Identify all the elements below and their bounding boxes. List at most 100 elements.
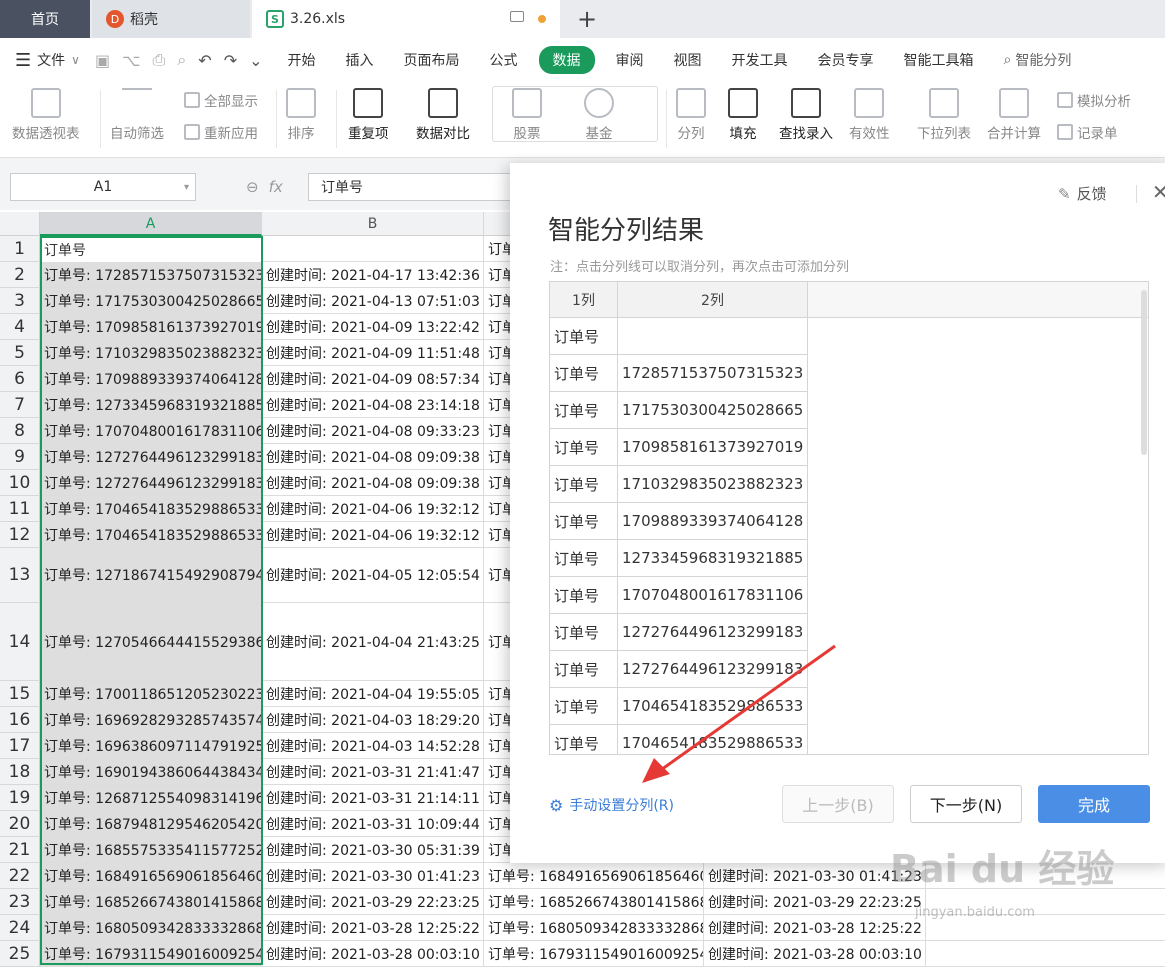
cell-b[interactable]: 创建时间: 2021-04-05 12:05:54 bbox=[262, 548, 484, 603]
save-icon[interactable]: ▣ bbox=[95, 51, 110, 70]
dropdown-list-button[interactable]: 下拉列表 bbox=[917, 88, 971, 142]
cell-d[interactable]: 创建时间: 2021-03-28 12:25:22 bbox=[704, 915, 926, 941]
cell-a[interactable]: 订单号: 1272764496123299183 bbox=[40, 470, 262, 496]
cell-b[interactable]: 创建时间: 2021-04-03 14:52:28 bbox=[262, 733, 484, 759]
cell-b[interactable]: 创建时间: 2021-04-08 09:09:38 bbox=[262, 444, 484, 470]
tab-file[interactable]: S 3.26.xls bbox=[252, 0, 560, 38]
manual-split-link[interactable]: ⚙ 手动设置分列(R) bbox=[549, 795, 674, 815]
cell-b[interactable]: 创建时间: 2021-04-09 11:51:48 bbox=[262, 340, 484, 366]
row-header[interactable]: 21 bbox=[0, 837, 40, 863]
menu-review[interactable]: 审阅 bbox=[601, 50, 659, 70]
cell-b[interactable]: 创建时间: 2021-04-17 13:42:36 bbox=[262, 262, 484, 288]
cell-b[interactable]: 创建时间: 2021-04-04 21:43:25 bbox=[262, 603, 484, 681]
row-header[interactable]: 18 bbox=[0, 759, 40, 785]
cell-a[interactable]: 订单号: 1728571537507315323 bbox=[40, 262, 262, 288]
menu-formula[interactable]: 公式 bbox=[475, 50, 533, 70]
row-header[interactable]: 25 bbox=[0, 941, 40, 967]
cell-a[interactable]: 订单号: 1272764496123299183 bbox=[40, 444, 262, 470]
tab-daoke[interactable]: D 稻壳 bbox=[92, 0, 250, 38]
print-icon[interactable]: ⎙ bbox=[153, 50, 166, 70]
menu-developer[interactable]: 开发工具 bbox=[717, 50, 803, 70]
reapply-button[interactable]: 重新应用 bbox=[184, 122, 258, 142]
cell-b[interactable] bbox=[262, 236, 484, 262]
cell-b[interactable]: 创建时间: 2021-04-04 19:55:05 bbox=[262, 681, 484, 707]
row-header[interactable]: 7 bbox=[0, 392, 40, 418]
cell-b[interactable]: 创建时间: 2021-04-09 08:57:34 bbox=[262, 366, 484, 392]
cell-a[interactable]: 订单号: 1687948129546205420 bbox=[40, 811, 262, 837]
row-header[interactable]: 13 bbox=[0, 548, 40, 603]
cell-a[interactable]: 订单号: 1685575335411577252 bbox=[40, 837, 262, 863]
row-header[interactable]: 12 bbox=[0, 522, 40, 548]
cell-a[interactable]: 订单号: 1717530300425028665 bbox=[40, 288, 262, 314]
row-header[interactable]: 23 bbox=[0, 889, 40, 915]
cell-b[interactable]: 创建时间: 2021-04-09 13:22:42 bbox=[262, 314, 484, 340]
auto-filter-button[interactable]: 自动筛选 bbox=[110, 88, 164, 142]
name-box[interactable]: A1 ▾ bbox=[10, 173, 196, 201]
cell-a[interactable]: 订单号: 1271867415492908794 bbox=[40, 548, 262, 603]
menu-smart-tools[interactable]: 智能工具箱 bbox=[889, 50, 989, 70]
row-header[interactable]: 5 bbox=[0, 340, 40, 366]
menu-view[interactable]: 视图 bbox=[659, 50, 717, 70]
record-form-button[interactable]: 记录单 bbox=[1057, 122, 1118, 142]
cell-b[interactable]: 创建时间: 2021-04-06 19:32:12 bbox=[262, 522, 484, 548]
cell-a[interactable]: 订单号: 1680509342833332868 bbox=[40, 915, 262, 941]
cell-a[interactable]: 订单号: 1696386097114791925 bbox=[40, 733, 262, 759]
row-header[interactable]: 10 bbox=[0, 470, 40, 496]
row-header[interactable]: 11 bbox=[0, 496, 40, 522]
sort-button[interactable]: 排序 bbox=[286, 88, 316, 142]
cell-a[interactable]: 订单号: 1270546644415529386 bbox=[40, 603, 262, 681]
menu-member[interactable]: 会员专享 bbox=[803, 50, 889, 70]
cell-d[interactable]: 创建时间: 2021-03-28 00:03:10 bbox=[704, 941, 926, 967]
preview-scrollbar[interactable] bbox=[1141, 290, 1147, 455]
split-column-button[interactable]: 分列 bbox=[676, 88, 706, 142]
cell-a[interactable]: 订单号: 1700118651205230223 bbox=[40, 681, 262, 707]
tab-home[interactable]: 首页 bbox=[0, 0, 90, 38]
row-header[interactable]: 9 bbox=[0, 444, 40, 470]
duplicate-button[interactable]: 重复项 bbox=[348, 88, 389, 142]
preview-col-1-header[interactable]: 1列 bbox=[550, 282, 618, 318]
cell-b[interactable]: 创建时间: 2021-03-31 10:09:44 bbox=[262, 811, 484, 837]
consolidate-button[interactable]: 合并计算 bbox=[987, 88, 1041, 142]
cell-a[interactable]: 订单号: 1685266743801415868 bbox=[40, 889, 262, 915]
undo-icon[interactable]: ↶ bbox=[198, 51, 211, 70]
fx-icon[interactable]: fx bbox=[269, 178, 283, 196]
pivot-table-button[interactable]: 数据透视表 bbox=[12, 88, 80, 142]
column-header-b[interactable]: B bbox=[262, 212, 484, 236]
cell-a[interactable]: 订单号: 1268712554098314196 bbox=[40, 785, 262, 811]
cell-b[interactable]: 创建时间: 2021-03-31 21:14:11 bbox=[262, 785, 484, 811]
finish-button[interactable]: 完成 bbox=[1038, 785, 1150, 823]
cell-b[interactable]: 创建时间: 2021-04-06 19:32:12 bbox=[262, 496, 484, 522]
cell-a[interactable]: 订单号: 1704654183529886533 bbox=[40, 496, 262, 522]
row-header[interactable]: 8 bbox=[0, 418, 40, 444]
file-menu[interactable]: ☰ 文件 ∨ bbox=[0, 50, 95, 71]
data-compare-button[interactable]: 数据对比 bbox=[416, 88, 470, 142]
row-header[interactable]: 2 bbox=[0, 262, 40, 288]
monitor-icon[interactable] bbox=[510, 11, 524, 22]
row-header[interactable]: 22 bbox=[0, 863, 40, 889]
fill-button[interactable]: 填充 bbox=[728, 88, 758, 142]
zoom-icon[interactable]: ⊖ bbox=[246, 178, 259, 196]
formula-input[interactable]: 订单号 bbox=[308, 173, 518, 201]
what-if-analysis-button[interactable]: 模拟分析 bbox=[1057, 90, 1131, 110]
previous-step-button[interactable]: 上一步(B) bbox=[782, 785, 894, 823]
cell-a[interactable]: 订单号: 1679311549016009254 bbox=[40, 941, 262, 967]
show-all-button[interactable]: 全部显示 bbox=[184, 90, 258, 110]
next-step-button[interactable]: 下一步(N) bbox=[910, 785, 1022, 823]
cell-b[interactable]: 创建时间: 2021-04-08 09:09:38 bbox=[262, 470, 484, 496]
validity-button[interactable]: 有效性 bbox=[849, 88, 890, 142]
menu-home[interactable]: 开始 bbox=[273, 50, 331, 70]
preview-col-2-header[interactable]: 2列 bbox=[618, 282, 808, 318]
menu-insert[interactable]: 插入 bbox=[331, 50, 389, 70]
new-tab-icon[interactable]: + bbox=[572, 0, 602, 38]
cell-c[interactable]: 订单号: 1680509342833332868 bbox=[484, 915, 704, 941]
feedback-button[interactable]: ✎ 反馈 bbox=[1058, 183, 1107, 204]
cell-b[interactable]: 创建时间: 2021-03-28 12:25:22 bbox=[262, 915, 484, 941]
active-cell[interactable]: 订单号 bbox=[42, 238, 261, 262]
cell-a[interactable]: 订单号: 1684916569061856460 bbox=[40, 863, 262, 889]
cell-b[interactable]: 创建时间: 2021-03-28 00:03:10 bbox=[262, 941, 484, 967]
row-header[interactable]: 4 bbox=[0, 314, 40, 340]
format-painter-icon[interactable]: ⌥ bbox=[122, 51, 140, 70]
row-header[interactable]: 15 bbox=[0, 681, 40, 707]
cell-b[interactable]: 创建时间: 2021-04-08 09:33:23 bbox=[262, 418, 484, 444]
cell-a[interactable]: 订单号: 1704654183529886533 bbox=[40, 522, 262, 548]
